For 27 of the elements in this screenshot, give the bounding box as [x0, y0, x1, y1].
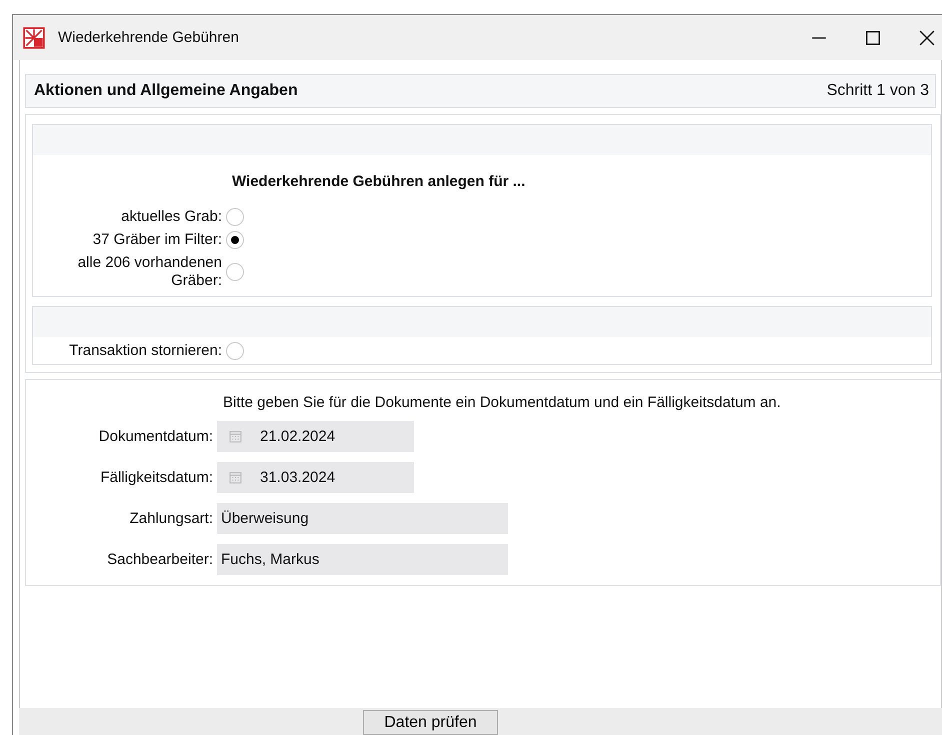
calendar-icon[interactable]	[229, 471, 242, 484]
radio-button[interactable]	[226, 263, 244, 281]
radio-button[interactable]	[226, 231, 244, 249]
app-logo-icon	[23, 26, 45, 48]
option-label: Transaktion stornieren:	[68, 342, 222, 360]
instruction-text: Bitte geben Sie für die Dokumente ein Dokumentdatum und ein Fälligkeitsdatum an.	[223, 394, 782, 411]
radio-button[interactable]	[226, 208, 244, 226]
window-title: Wiederkehrende Gebühren	[58, 29, 239, 46]
maximize-icon[interactable]	[865, 30, 881, 46]
field-label: Fälligkeitsdatum:	[99, 469, 213, 486]
date-field[interactable]: 21.02.2024	[217, 421, 414, 452]
section-title: Aktionen und Allgemeine Angaben	[34, 82, 298, 100]
date-field[interactable]: 31.03.2024	[217, 462, 414, 493]
option-label: 37 Gräber im Filter:	[92, 231, 222, 249]
close-icon[interactable]	[919, 30, 935, 46]
check-data-button[interactable]: Daten prüfen	[363, 710, 498, 735]
option-label: aktuelles Grab:	[120, 208, 222, 226]
field-label: Zahlungsart:	[128, 510, 213, 527]
calendar-icon[interactable]	[229, 430, 242, 443]
panel-heading: Wiederkehrende Gebühren anlegen für ...	[232, 173, 526, 190]
field-label: Sachbearbeiter:	[106, 551, 213, 568]
option-label: alle 206 vorhandenen Gräber:	[76, 254, 222, 290]
field-label: Dokumentdatum:	[98, 428, 213, 445]
input-field[interactable]: Fuchs, Markus	[217, 544, 508, 575]
radio-button[interactable]	[226, 342, 244, 360]
step-indicator: Schritt 1 von 3	[826, 82, 929, 100]
input-field[interactable]: Überweisung	[217, 503, 508, 534]
